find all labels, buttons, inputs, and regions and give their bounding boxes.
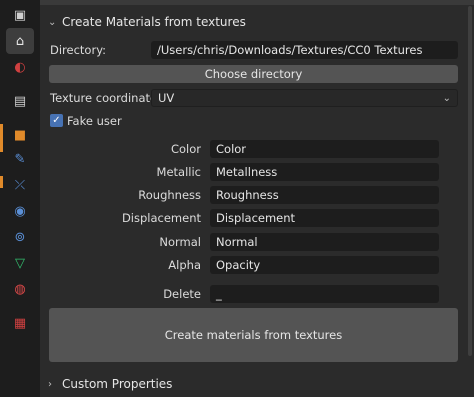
tab-data[interactable]: ▽ [9, 252, 31, 274]
directory-label: Directory: [50, 43, 107, 57]
map-label-roughness: Roughness [138, 188, 201, 202]
tab-material[interactable]: ◍ [9, 278, 31, 300]
map-field-normal[interactable]: Normal [210, 233, 439, 251]
custom-properties-title: Custom Properties [62, 377, 173, 391]
tab-object[interactable]: ■ [9, 124, 31, 146]
wrench-icon: ✎ [14, 151, 26, 167]
tab-tool[interactable]: ▣ [9, 4, 31, 26]
particles-icon: ⤫ [14, 177, 26, 193]
map-label-color: Color [170, 142, 201, 156]
section-title: Create Materials from textures [62, 15, 246, 29]
tab-texture[interactable]: ▦ [9, 312, 31, 334]
texture-coordinate-label: Texture coordinate: [50, 91, 161, 105]
map-field-color[interactable]: Color [210, 140, 439, 158]
create-materials-button[interactable]: Create materials from textures [49, 308, 458, 362]
fake-user-checkbox[interactable]: ✓ [50, 114, 63, 127]
section-header-create-materials[interactable]: ⌄ Create Materials from textures [40, 11, 466, 33]
texture-coordinate-dropdown[interactable]: UV ⌄ [151, 89, 458, 107]
material-icon: ◍ [14, 281, 26, 297]
tool-icon: ▣ [13, 7, 27, 23]
physics-icon: ◉ [14, 203, 26, 219]
tab-render[interactable]: ⌂ [6, 28, 34, 54]
tab-world[interactable]: ◐ [9, 56, 31, 78]
checkmark-icon: ✓ [52, 115, 61, 126]
collection-icon: ▤ [13, 93, 27, 109]
tab-modifiers[interactable]: ✎ [9, 148, 31, 170]
constraints-icon: ⊚ [14, 229, 26, 245]
active-object-marker [0, 124, 3, 152]
map-field-roughness[interactable]: Roughness [210, 186, 439, 204]
choose-directory-button[interactable]: Choose directory [49, 65, 458, 83]
texture-icon: ▦ [13, 315, 27, 331]
chevron-down-icon: ⌄ [48, 16, 57, 28]
map-label-displacement: Displacement [121, 211, 201, 225]
map-label-alpha: Alpha [168, 258, 201, 272]
map-field-displacement[interactable]: Displacement [210, 209, 439, 227]
tab-particles[interactable]: ⤫ [9, 174, 31, 196]
object-icon: ■ [13, 127, 27, 143]
delete-label: Delete [163, 287, 201, 301]
tab-constraints[interactable]: ⊚ [9, 226, 31, 248]
world-icon: ◐ [14, 59, 26, 75]
object-marker [0, 176, 3, 188]
fake-user-label: Fake user [67, 114, 122, 128]
directory-field[interactable]: /Users/chris/Downloads/Textures/CC0 Text… [151, 41, 458, 59]
map-label-metallic: Metallic [156, 165, 201, 179]
texture-coordinate-value: UV [158, 91, 175, 105]
render-icon: ⌂ [15, 33, 25, 49]
tab-collection[interactable]: ▤ [9, 90, 31, 112]
map-field-alpha[interactable]: Opacity [210, 256, 439, 274]
chevron-right-icon: › [48, 378, 52, 390]
tab-physics[interactable]: ◉ [9, 200, 31, 222]
mesh-data-icon: ▽ [15, 255, 25, 271]
delete-field[interactable]: _ [210, 285, 439, 303]
panel-scrollbar[interactable] [468, 6, 472, 356]
chevron-down-icon: ⌄ [442, 93, 451, 104]
previous-panel-edge [40, 0, 474, 5]
map-field-metallic[interactable]: Metallness [210, 163, 439, 181]
map-label-normal: Normal [159, 235, 201, 249]
section-header-custom-properties[interactable]: › Custom Properties [40, 373, 466, 395]
